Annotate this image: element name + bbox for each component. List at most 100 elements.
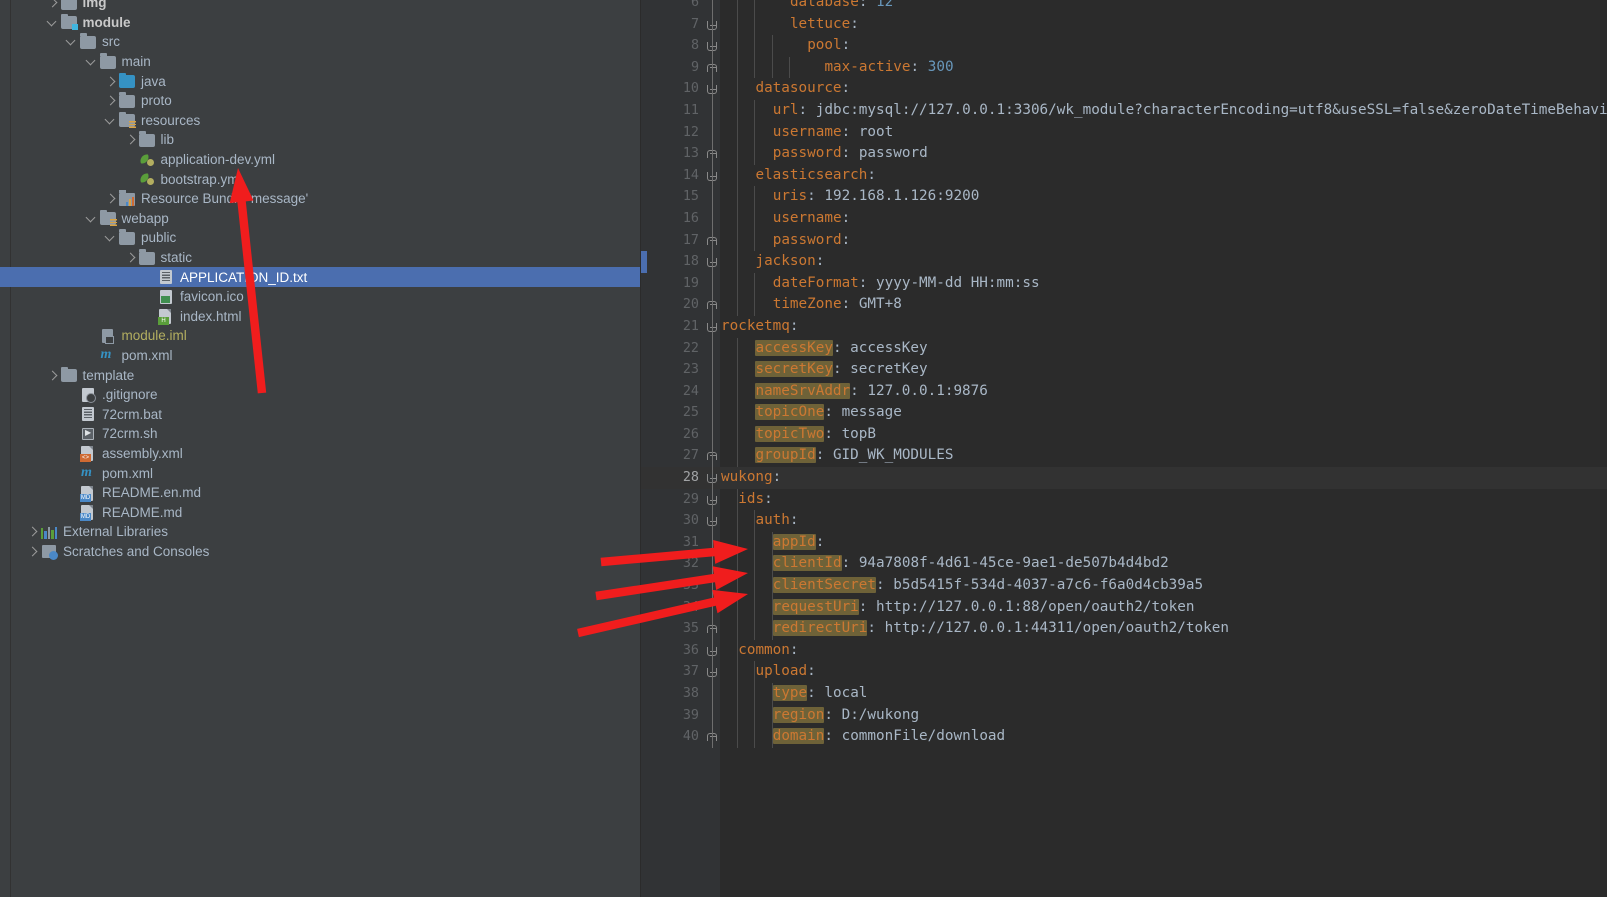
code-line[interactable]: secretKey: secretKey <box>721 359 1607 381</box>
gutter-row[interactable]: 10 <box>641 78 721 100</box>
code-line[interactable]: jackson: <box>721 251 1607 273</box>
gutter-row[interactable]: 17 <box>641 229 721 252</box>
chevron-down-icon[interactable] <box>65 35 78 48</box>
tree-item[interactable]: public <box>0 228 640 248</box>
tree-item[interactable]: Hindex.html <box>0 307 640 327</box>
code-line[interactable]: max-active: 300 <box>721 56 1607 79</box>
code-line[interactable]: url: jdbc:mysql://127.0.0.1:3306/wk_modu… <box>721 99 1607 122</box>
code-line[interactable]: region: D:/wukong <box>721 704 1607 727</box>
tree-item[interactable]: 72crm.bat <box>0 404 640 424</box>
code-line[interactable]: appId: <box>721 531 1607 554</box>
code-line[interactable]: database: 12 <box>721 0 1607 14</box>
gutter-row[interactable]: 28 <box>641 467 721 489</box>
gutter-row[interactable]: 37 <box>641 661 721 683</box>
gutter-row[interactable]: 29 <box>641 488 721 511</box>
gutter-row[interactable]: 39 <box>641 704 721 727</box>
gutter-row[interactable]: 11 <box>641 99 721 122</box>
gutter-row[interactable]: 33 <box>641 575 721 597</box>
tree-item[interactable]: favicon.ico <box>0 287 640 307</box>
gutter-row[interactable]: 12 <box>641 121 721 144</box>
gutter-row[interactable]: 20 <box>641 294 721 316</box>
code-line[interactable]: upload: <box>721 661 1607 683</box>
code-line[interactable]: ids: <box>721 488 1607 511</box>
gutter-row[interactable]: 23 <box>641 359 721 381</box>
chevron-down-icon[interactable] <box>46 16 59 29</box>
code-line[interactable]: password: <box>721 229 1607 252</box>
chevron-right-icon[interactable] <box>124 133 137 146</box>
tree-item[interactable]: module <box>0 13 640 33</box>
code-line[interactable]: accessKey: accessKey <box>721 337 1607 360</box>
gutter-row[interactable]: 30 <box>641 510 721 532</box>
tree-item-selected[interactable]: APPLICATION_ID.txt <box>0 267 640 287</box>
tree-item[interactable]: main <box>0 52 640 72</box>
editor-code-area[interactable]: database: 12 lettuce: pool: max-active: 300… <box>721 0 1607 897</box>
tree-item[interactable]: img <box>0 0 640 13</box>
code-line[interactable]: rocketmq: <box>721 316 1607 338</box>
gutter-row[interactable]: 21 <box>641 315 721 338</box>
tree-item[interactable]: src <box>0 32 640 52</box>
tree-item[interactable]: module.iml <box>0 326 640 346</box>
gutter-row[interactable]: 24 <box>641 380 721 403</box>
tree-item[interactable]: External Libraries <box>0 522 640 542</box>
tree-item[interactable]: application-dev.yml <box>0 150 640 170</box>
code-line[interactable]: dateFormat: yyyy-MM-dd HH:mm:ss <box>721 272 1607 295</box>
chevron-down-icon[interactable] <box>104 114 117 127</box>
tree-item[interactable]: proto <box>0 91 640 111</box>
code-line[interactable]: auth: <box>721 510 1607 532</box>
tree-item[interactable]: java <box>0 71 640 91</box>
code-line[interactable]: groupId: GID_WK_MODULES <box>721 445 1607 468</box>
gutter-row[interactable]: 34 <box>641 596 721 619</box>
gutter-row[interactable]: 13 <box>641 143 721 165</box>
code-line[interactable]: type: local <box>721 683 1607 705</box>
gutter-row[interactable]: 36 <box>641 639 721 662</box>
gutter-row[interactable]: 7 <box>641 13 721 36</box>
gutter-row[interactable]: 22 <box>641 337 721 360</box>
gutter-row[interactable]: 14 <box>641 164 721 187</box>
gutter-row[interactable]: 25 <box>641 402 721 424</box>
code-line[interactable]: timeZone: GMT+8 <box>721 294 1607 316</box>
tree-item[interactable]: 72crm.sh <box>0 424 640 444</box>
gutter-row[interactable]: 35 <box>641 618 721 640</box>
chevron-down-icon[interactable] <box>85 212 98 225</box>
chevron-right-icon[interactable] <box>46 0 59 9</box>
chevron-down-icon[interactable] <box>104 231 117 244</box>
code-line[interactable]: requestUri: http://127.0.0.1:88/open/oau… <box>721 596 1607 619</box>
gutter-row[interactable]: 9 <box>641 56 721 79</box>
gutter-row[interactable]: 27 <box>641 445 721 468</box>
gutter-row[interactable]: 40 <box>641 726 721 748</box>
tree-item[interactable]: <> assembly.xml <box>0 444 640 464</box>
gutter-row[interactable]: 16 <box>641 207 721 230</box>
tree-item[interactable]: template <box>0 365 640 385</box>
project-tool-window[interactable]: img module src main java proto resources lib app… <box>0 0 641 897</box>
code-editor[interactable]: database: 12 lettuce: pool: max-active: 300… <box>641 0 1607 897</box>
code-line[interactable]: elasticsearch: <box>721 164 1607 187</box>
chevron-right-icon[interactable] <box>26 525 39 538</box>
code-line[interactable]: nameSrvAddr: 127.0.0.1:9876 <box>721 380 1607 403</box>
tree-item[interactable]: m pom.xml <box>0 346 640 366</box>
gutter-row[interactable]: 31 <box>641 531 721 554</box>
code-line[interactable]: lettuce: <box>721 13 1607 36</box>
code-line[interactable]: username: <box>721 207 1607 230</box>
gutter-row[interactable]: 6 <box>641 0 721 14</box>
tree-item[interactable]: webapp <box>0 209 640 229</box>
chevron-down-icon[interactable] <box>85 55 98 68</box>
tree-item[interactable]: Scratches and Consoles <box>0 542 640 562</box>
code-line[interactable]: topicTwo: topB <box>721 423 1607 446</box>
code-line[interactable]: domain: commonFile/download <box>721 726 1607 748</box>
tree-item[interactable]: MD README.md <box>0 502 640 522</box>
code-line[interactable]: clientSecret: b5d5415f-534d-4037-a7c6-f6… <box>721 575 1607 597</box>
gutter-row[interactable]: 32 <box>641 553 721 576</box>
gutter-row[interactable]: 8 <box>641 35 721 57</box>
code-line[interactable]: uris: 192.168.1.126:9200 <box>721 186 1607 208</box>
code-line[interactable]: password: password <box>721 143 1607 165</box>
code-line[interactable]: username: root <box>721 121 1607 144</box>
tree-item[interactable]: MD README.en.md <box>0 483 640 503</box>
tree-item[interactable]: resources <box>0 111 640 131</box>
chevron-right-icon[interactable] <box>104 75 117 88</box>
tree-item[interactable]: static <box>0 248 640 268</box>
tree-item[interactable]: bootstrap.yml <box>0 169 640 189</box>
chevron-right-icon[interactable] <box>26 545 39 558</box>
tree-item[interactable]: Resource Bundle 'message' <box>0 189 640 209</box>
gutter-row[interactable]: 38 <box>641 683 721 705</box>
chevron-right-icon[interactable] <box>104 94 117 107</box>
